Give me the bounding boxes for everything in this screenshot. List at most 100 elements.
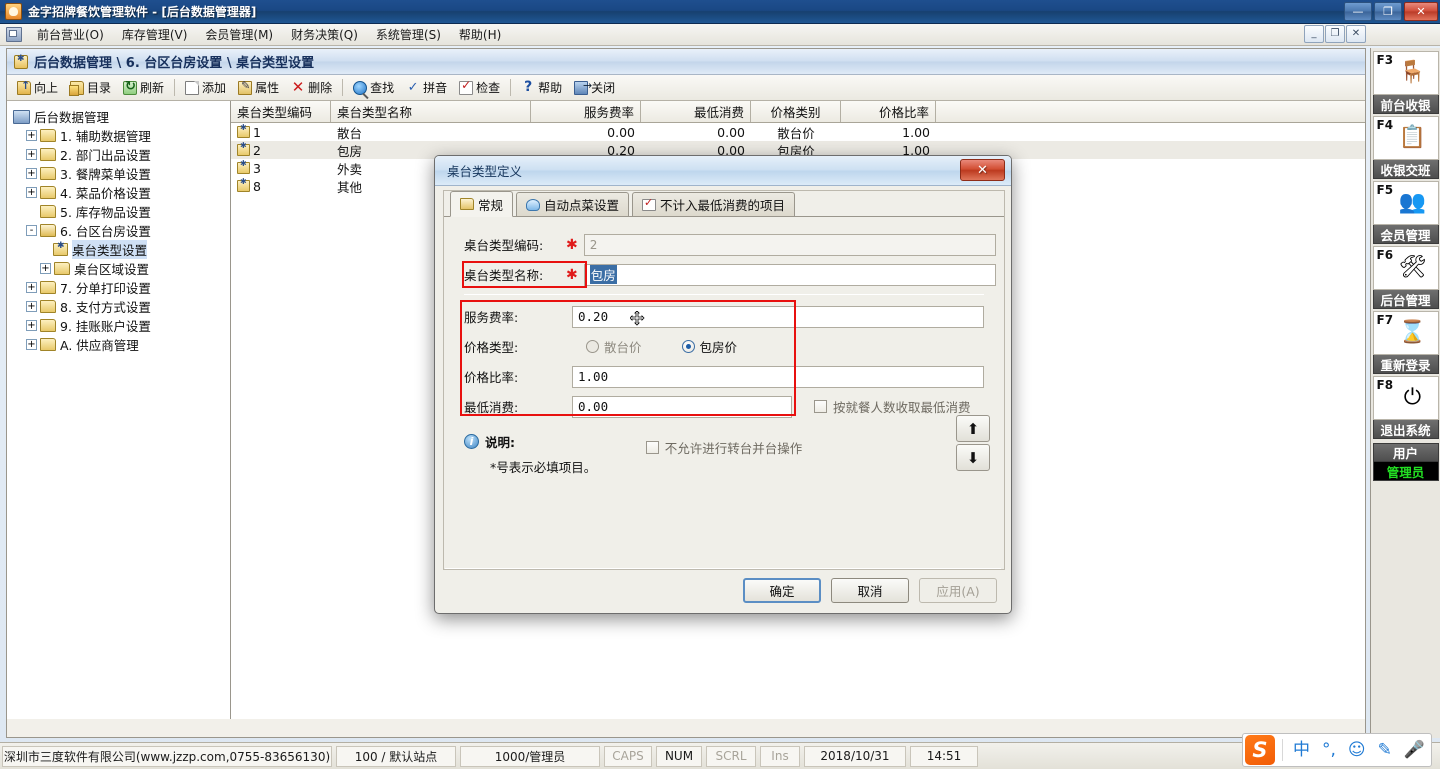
tree-item-inventory-items[interactable]: 5. 库存物品设置 <box>13 202 230 221</box>
toolbar-button-directory[interactable]: 目录 <box>64 77 117 98</box>
emoji-icon[interactable]: ☺ <box>1348 741 1366 759</box>
tree-item-label: 8. 支付方式设置 <box>60 300 151 315</box>
collapse-icon[interactable]: - <box>26 225 37 236</box>
tree-item-payment-methods[interactable]: + 8. 支付方式设置 <box>13 297 230 316</box>
minimize-button[interactable]: — <box>1344 2 1372 21</box>
expander-icon[interactable]: + <box>26 187 37 198</box>
toolbar-button-help[interactable]: ? 帮助 <box>515 77 568 98</box>
ok-button[interactable]: 确定 <box>743 578 821 603</box>
input-name[interactable]: 包房 <box>583 263 996 286</box>
expander-icon[interactable]: + <box>26 282 37 293</box>
clipboard-icon: 📋 <box>1398 125 1427 150</box>
column-header-code[interactable]: 桌台类型编码 <box>231 101 331 122</box>
menu-item-front-desk[interactable]: 前台营业(O) <box>28 23 113 46</box>
menu-item-members[interactable]: 会员管理(M) <box>196 23 282 46</box>
tree-item-credit-accounts[interactable]: + 9. 挂账账户设置 <box>13 316 230 335</box>
mdi-restore-button[interactable]: ❐ <box>1325 25 1345 43</box>
menu-item-inventory[interactable]: 库存管理(V) <box>113 23 197 46</box>
expander-icon[interactable]: + <box>26 320 37 331</box>
tree-item-split-print[interactable]: + 7. 分单打印设置 <box>13 278 230 297</box>
move-up-button[interactable]: ⬆ <box>956 415 990 442</box>
menu-item-finance[interactable]: 财务决策(Q) <box>282 23 367 46</box>
toolbar-label-pinyin: 拼音 <box>423 81 448 95</box>
dialog-close-button[interactable]: ✕ <box>960 159 1005 181</box>
function-label-f5[interactable]: 会员管理 <box>1372 225 1439 244</box>
toolbar-button-refresh[interactable]: 刷新 <box>117 77 170 98</box>
close-button[interactable]: ✕ <box>1404 2 1438 21</box>
function-button-f8[interactable]: F8 ⏻ <box>1372 376 1439 420</box>
punctuation-icon[interactable]: °, <box>1322 741 1336 759</box>
menu-item-system[interactable]: 系统管理(S) <box>367 23 450 46</box>
radio-option-private-room[interactable]: 包房价 <box>681 337 737 356</box>
toolbar-button-up[interactable]: 向上 <box>11 77 64 98</box>
language-mode-icon[interactable]: 中 <box>1293 741 1310 759</box>
tree-item-dish-price[interactable]: + 4. 菜品价格设置 <box>13 183 230 202</box>
tree-item-label: 7. 分单打印设置 <box>60 281 151 296</box>
row-item-icon <box>237 141 250 156</box>
radio-icon <box>586 340 599 353</box>
function-label-f3[interactable]: 前台收银 <box>1372 95 1439 114</box>
input-price-ratio[interactable]: 1.00 <box>572 365 984 388</box>
tree-item-table-type-settings[interactable]: 桌台类型设置 <box>13 240 230 259</box>
column-header-name[interactable]: 桌台类型名称 <box>331 101 531 122</box>
cancel-button[interactable]: 取消 <box>831 578 909 603</box>
toolbar-button-add[interactable]: 添加 <box>179 77 232 98</box>
function-label-f8[interactable]: 退出系统 <box>1372 420 1439 439</box>
toolbar-button-delete[interactable]: ✕ 删除 <box>285 77 338 98</box>
expander-icon[interactable]: + <box>26 339 37 350</box>
note-header: i 说明: <box>464 432 984 451</box>
input-service-fee[interactable]: 0.20 <box>572 305 984 328</box>
radio-option-walk-in[interactable]: 散台价 <box>586 337 642 356</box>
toolbar-button-search[interactable]: 查找 <box>347 77 400 98</box>
column-header-price-type[interactable]: 价格类别 <box>751 101 841 122</box>
mdi-system-icon[interactable] <box>6 27 22 42</box>
maximize-button[interactable]: ❐ <box>1374 2 1402 21</box>
tree-item-suppliers[interactable]: + A. 供应商管理 <box>13 335 230 354</box>
tree-item-table-region-settings[interactable]: + 桌台区域设置 <box>13 259 230 278</box>
toolbar-button-pinyin[interactable]: ✓ 拼音 <box>400 77 453 98</box>
function-button-f5[interactable]: F5 👥 <box>1372 181 1439 225</box>
voice-input-icon[interactable]: 🎤 <box>1404 741 1425 759</box>
expander-icon[interactable]: + <box>26 149 37 160</box>
mdi-minimize-button[interactable]: _ <box>1304 25 1324 43</box>
tab-exclusions[interactable]: 不计入最低消费的项目 <box>632 192 796 216</box>
column-header-price-ratio[interactable]: 价格比率 <box>841 101 936 122</box>
handwriting-icon[interactable]: ✎ <box>1378 741 1392 759</box>
function-label-f6[interactable]: 后台管理 <box>1372 290 1439 309</box>
tab-general[interactable]: 常规 <box>450 191 514 217</box>
function-button-f7[interactable]: F7 ⌛ <box>1372 311 1439 355</box>
toolbar-button-close[interactable]: 关闭 <box>568 77 621 98</box>
window-title: 金字招牌餐饮管理软件 - [后台数据管理器] <box>28 5 257 19</box>
expander-icon[interactable]: + <box>26 301 37 312</box>
input-min-charge[interactable]: 0.00 <box>572 395 792 418</box>
function-button-f4[interactable]: F4 📋 <box>1372 116 1439 160</box>
move-down-button[interactable]: ⬇ <box>956 444 990 471</box>
checkbox-min-per-person[interactable]: 按就餐人数收取最低消费 <box>814 397 971 416</box>
expander-icon[interactable]: + <box>26 130 37 141</box>
tree-root[interactable]: 后台数据管理 <box>13 107 230 126</box>
input-name-value: 包房 <box>589 265 617 284</box>
navigation-tree[interactable]: 后台数据管理 + 1. 辅助数据管理 + 2. 部门出品设置 + 3. 餐牌菜单… <box>7 101 231 719</box>
tree-item-auxiliary-data[interactable]: + 1. 辅助数据管理 <box>13 126 230 145</box>
column-header-service-fee[interactable]: 服务费率 <box>531 101 641 122</box>
input-code[interactable]: 2 <box>583 233 996 256</box>
menu-item-help[interactable]: 帮助(H) <box>450 23 510 46</box>
tab-auto-order[interactable]: 自动点菜设置 <box>516 192 630 216</box>
tab-general-label: 常规 <box>478 197 504 213</box>
toolbar-button-check[interactable]: 检查 <box>453 77 506 98</box>
function-button-f6[interactable]: F6 🛠 <box>1372 246 1439 290</box>
tree-item-table-area[interactable]: - 6. 台区台房设置 <box>13 221 230 240</box>
function-button-f3[interactable]: F3 🪑 <box>1372 51 1439 95</box>
function-label-f7[interactable]: 重新登录 <box>1372 355 1439 374</box>
toolbar-button-properties[interactable]: 属性 <box>232 77 285 98</box>
tree-item-department-products[interactable]: + 2. 部门出品设置 <box>13 145 230 164</box>
folder-icon <box>54 262 70 275</box>
sogou-logo-icon[interactable]: S <box>1244 735 1275 765</box>
function-label-f4[interactable]: 收银交班 <box>1372 160 1439 179</box>
expander-icon[interactable]: + <box>26 168 37 179</box>
mdi-close-button[interactable]: ✕ <box>1346 25 1366 43</box>
tree-item-menu-settings[interactable]: + 3. 餐牌菜单设置 <box>13 164 230 183</box>
table-row[interactable]: 1 散台 0.00 0.00 散台价 1.00 <box>231 123 1365 141</box>
column-header-min-charge[interactable]: 最低消费 <box>641 101 751 122</box>
expander-icon[interactable]: + <box>40 263 51 274</box>
